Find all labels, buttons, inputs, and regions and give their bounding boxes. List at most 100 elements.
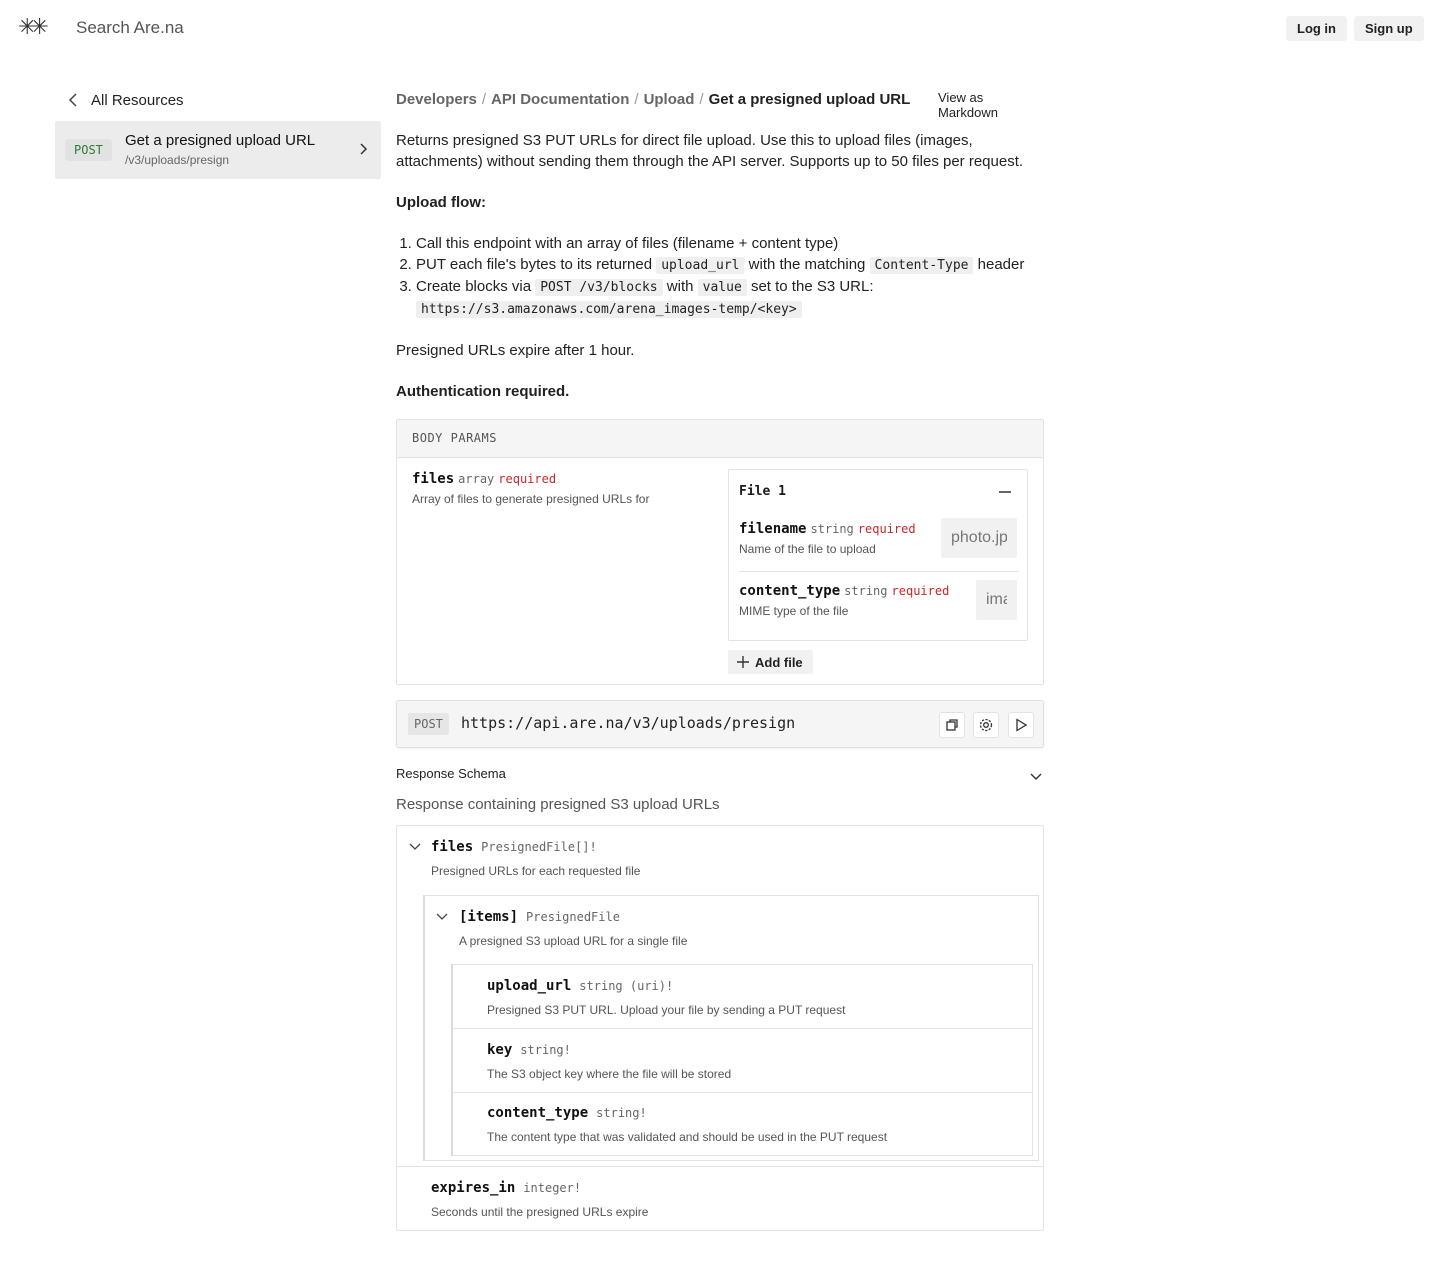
add-file-label: Add file xyxy=(755,654,803,670)
request-method-badge: POST xyxy=(408,713,449,735)
param-type: array xyxy=(458,472,495,486)
schema-field-type: string! xyxy=(596,1106,647,1120)
gear-icon xyxy=(979,718,993,732)
auth-required-text: Authentication required. xyxy=(396,383,570,400)
page-title: Get a presigned upload URL xyxy=(708,91,911,108)
schema-field-name: [items] xyxy=(459,909,519,925)
param-required: required xyxy=(498,472,557,486)
arena-logo-icon[interactable]: ✳✳ xyxy=(18,16,49,38)
chevron-right-icon xyxy=(360,143,368,155)
file-card-title: File 1 xyxy=(739,484,786,499)
param-name: content_type xyxy=(739,583,841,599)
schema-field-desc: Presigned URLs for each requested file xyxy=(431,864,641,878)
login-button[interactable]: Log in xyxy=(1286,16,1347,41)
schema-field-type: PresignedFile[]! xyxy=(481,840,597,854)
schema-field-desc: The content type that was validated and … xyxy=(487,1130,888,1144)
schema-field-expires-in: expires_in integer! Seconds until the pre… xyxy=(397,1166,1043,1230)
schema-field-key: key string! The S3 object key where the f… xyxy=(453,1029,1033,1093)
breadcrumb-separator: / xyxy=(481,91,487,108)
view-as-markdown-link[interactable]: View as Markdown xyxy=(938,90,1044,120)
flow-step-1: Call this endpoint with an array of file… xyxy=(416,233,1044,254)
chevron-down-icon[interactable] xyxy=(408,839,422,853)
content-type-input[interactable] xyxy=(976,580,1017,620)
settings-button[interactable] xyxy=(973,712,999,738)
chevron-down-icon xyxy=(1030,773,1042,780)
schema-field-desc: The S3 object key where the file will be… xyxy=(487,1067,732,1081)
response-schema-toggle[interactable]: Response Schema xyxy=(396,766,1044,786)
param-desc: Array of files to generate presigned URL… xyxy=(412,492,650,506)
copy-icon xyxy=(946,719,958,731)
request-url: https://api.are.na/v3/uploads/presign xyxy=(461,714,796,732)
param-required: required xyxy=(891,584,950,598)
schema-field-content-type: content_type string! The content type tha… xyxy=(453,1092,1033,1156)
inline-code: upload_url xyxy=(656,257,745,274)
inline-code: Content-Type xyxy=(869,257,974,274)
signup-button[interactable]: Sign up xyxy=(1354,16,1424,41)
all-resources-link[interactable]: All Resources xyxy=(64,88,184,112)
breadcrumb-upload[interactable]: Upload xyxy=(644,91,695,108)
param-required: required xyxy=(857,522,916,536)
inline-code: value xyxy=(697,279,747,296)
schema-field-type: PresignedFile xyxy=(526,910,620,924)
schema-field-name: key xyxy=(487,1042,513,1058)
inline-code: POST /v3/blocks xyxy=(535,279,663,296)
request-bar: POST https://api.are.na/v3/uploads/presi… xyxy=(396,700,1044,748)
body-params-heading: BODY PARAMS xyxy=(397,420,1043,458)
top-bar: ✳✳ Log in Sign up xyxy=(0,0,1440,56)
schema-field-items: [items] PresignedFile A presigned S3 uplo… xyxy=(459,908,687,948)
schema-nested-items: [items] PresignedFile A presigned S3 uplo… xyxy=(423,895,1039,1161)
add-file-button[interactable]: Add file xyxy=(728,650,813,674)
files-param: files array required Array of files to gen… xyxy=(412,470,649,506)
chevron-down-icon[interactable] xyxy=(435,909,449,923)
schema-field-desc: A presigned S3 upload URL for a single f… xyxy=(459,934,688,948)
intro-text: Returns presigned S3 PUT URLs for direct… xyxy=(396,132,1024,170)
play-icon xyxy=(1016,718,1028,732)
breadcrumb-separator: / xyxy=(699,91,704,108)
run-request-button[interactable] xyxy=(1008,712,1034,738)
schema-field-desc: Presigned S3 PUT URL. Upload your file b… xyxy=(487,1003,846,1017)
schema-field-name: expires_in xyxy=(431,1180,516,1196)
filename-input[interactable] xyxy=(941,518,1017,558)
method-badge: POST xyxy=(65,139,112,161)
response-schema-heading: Response Schema xyxy=(396,766,506,781)
schema-field-upload-url: upload_url string (uri)! Presigned S3 PUT… xyxy=(453,965,1033,1029)
file-card: File 1 filename string required Name of th… xyxy=(728,469,1028,641)
schema-nested-presigned-file: upload_url string (uri)! Presigned S3 PUT… xyxy=(451,964,1033,1156)
plus-icon xyxy=(737,656,749,668)
schema-field-name: upload_url xyxy=(487,978,572,994)
flow-step-2: PUT each file's bytes to its returned up… xyxy=(416,254,1044,276)
flow-step-3: Create blocks via POST /v3/blocks with v… xyxy=(416,276,1044,320)
response-schema-tree: files PresignedFile[]! Presigned URLs for… xyxy=(396,825,1044,1231)
sidebar-item-path: /v3/uploads/presign xyxy=(125,153,230,167)
upload-flow-heading: Upload flow: xyxy=(396,194,486,211)
sidebar-item-presign[interactable]: POST Get a presigned upload URL /v3/uplo… xyxy=(55,121,381,179)
param-type: string xyxy=(810,522,854,536)
schema-field-type: string! xyxy=(520,1043,571,1057)
upload-flow-steps: Call this endpoint with an array of file… xyxy=(416,233,1044,320)
param-type: string xyxy=(844,584,888,598)
breadcrumb-api-docs[interactable]: API Documentation xyxy=(491,91,629,108)
chevron-left-icon xyxy=(68,93,77,107)
search-input[interactable] xyxy=(76,16,476,40)
schema-field-desc: Seconds until the presigned URLs expire xyxy=(431,1205,649,1219)
schema-field-type: integer! xyxy=(523,1181,582,1195)
schema-field-name: files xyxy=(431,839,474,855)
breadcrumb-separator: / xyxy=(634,91,639,108)
schema-field-name: content_type xyxy=(487,1105,589,1121)
param-name: files xyxy=(412,471,455,487)
schema-field-type: string (uri)! xyxy=(579,979,674,993)
body-params-panel: BODY PARAMS files array required Array of … xyxy=(396,419,1044,685)
breadcrumb-developers[interactable]: Developers xyxy=(396,91,477,108)
remove-file-icon[interactable] xyxy=(995,482,1015,502)
all-resources-label: All Resources xyxy=(91,91,184,109)
schema-field-files: files PresignedFile[]! Presigned URLs for… xyxy=(431,838,640,878)
filename-field-row: filename string required Name of the file … xyxy=(739,518,1019,572)
sidebar-item-title: Get a presigned upload URL xyxy=(125,132,316,149)
endpoint-description: Returns presigned S3 PUT URLs for direct… xyxy=(396,130,1044,422)
inline-code: https://s3.amazonaws.com/arena_images-te… xyxy=(416,301,802,318)
copy-button[interactable] xyxy=(939,712,965,738)
expiry-text: Presigned URLs expire after 1 hour. xyxy=(396,342,635,359)
response-description: Response containing presigned S3 upload … xyxy=(396,796,720,813)
content-type-field-row: content_type string required MIME type of … xyxy=(739,580,1019,632)
param-name: filename xyxy=(739,521,807,537)
